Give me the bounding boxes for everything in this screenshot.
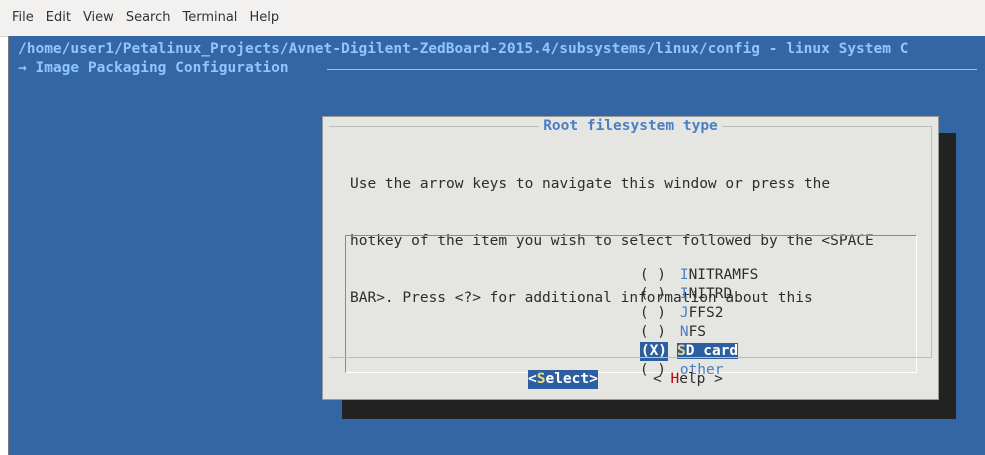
instruction-line: Use the arrow keys to navigate this wind…	[350, 176, 831, 192]
hotkey: H	[670, 371, 680, 387]
breadcrumb-rule	[327, 69, 977, 70]
button-bracket: <	[528, 371, 537, 387]
button-text: elect>	[545, 371, 598, 387]
menu-terminal[interactable]: Terminal	[182, 10, 237, 25]
dialog-title: Root filesystem type	[323, 117, 938, 135]
button-separator	[329, 357, 932, 358]
menu-items: File Edit View Search Terminal Help	[12, 10, 291, 25]
config-path-title: /home/user1/Petalinux_Projects/Avnet-Dig…	[18, 41, 909, 57]
button-bracket: <	[653, 371, 671, 387]
root-filesystem-dialog: Root filesystem type Use the arrow keys …	[322, 116, 939, 400]
menu-bar: File Edit View Search Terminal Help	[0, 0, 985, 37]
menu-file[interactable]: File	[12, 10, 34, 25]
menu-search[interactable]: Search	[126, 10, 171, 25]
menu-edit[interactable]: Edit	[46, 10, 71, 25]
select-button[interactable]: <Select>	[528, 370, 598, 389]
button-text: elp >	[679, 371, 723, 387]
options-list: ( ) INITRAMFS ( ) INITRD ( ) JFFS2 ( ) NFS (…	[345, 235, 917, 378]
terminal-area[interactable]: /home/user1/Petalinux_Projects/Avnet-Dig…	[8, 36, 985, 455]
menu-view[interactable]: View	[83, 10, 114, 25]
option-sd-card[interactable]: (X) SD card	[570, 323, 739, 361]
option-nfs[interactable]: ( ) NFS	[570, 304, 706, 340]
option-jffs2[interactable]: ( ) JFFS2	[570, 285, 724, 321]
breadcrumb: → Image Packaging Configuration	[18, 60, 289, 76]
menu-help[interactable]: Help	[249, 10, 279, 25]
option-initramfs[interactable]: ( ) INITRAMFS	[570, 247, 759, 283]
help-button[interactable]: < Help >	[653, 370, 723, 389]
dialog-title-text: Root filesystem type	[539, 118, 722, 134]
option-initrd[interactable]: ( ) INITRD	[570, 266, 732, 302]
option-other[interactable]: ( ) other	[570, 342, 724, 378]
